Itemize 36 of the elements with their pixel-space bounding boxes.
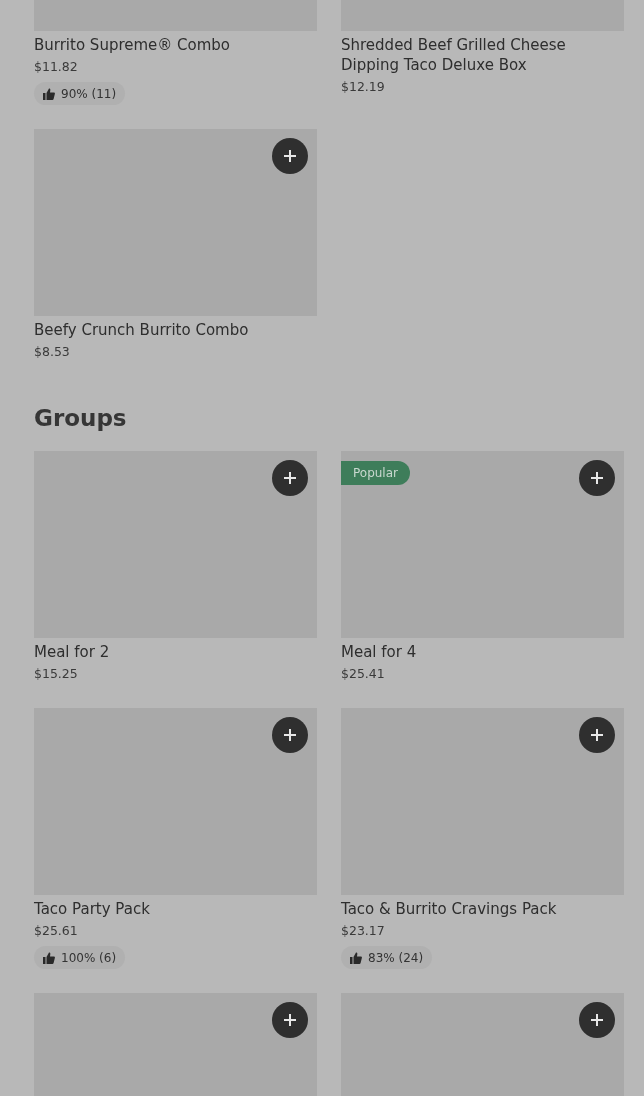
rating-text: 100% (6) [61, 950, 117, 965]
thumbs-up-icon [43, 87, 55, 100]
plus-icon [283, 728, 297, 742]
popular-tag: Popular [341, 461, 410, 485]
item-price: $11.82 [34, 58, 79, 76]
plus-icon [283, 149, 297, 163]
add-button[interactable] [272, 138, 308, 174]
add-button[interactable] [579, 1002, 615, 1038]
section-heading: Groups [34, 404, 128, 433]
plus-icon [283, 471, 297, 485]
item-name: Beefy Crunch Burrito Combo [34, 320, 250, 340]
add-button[interactable] [579, 460, 615, 496]
item-price: $23.17 [341, 922, 386, 940]
add-button[interactable] [272, 717, 308, 753]
thumbs-up-icon [43, 951, 55, 964]
item-name: Meal for 4 [341, 642, 418, 662]
item-price: $12.19 [341, 78, 386, 96]
plus-icon [283, 1013, 297, 1027]
plus-icon [590, 1013, 604, 1027]
item-price: $25.61 [34, 922, 79, 940]
thumbs-up-icon [350, 951, 362, 964]
add-button[interactable] [579, 717, 615, 753]
plus-icon [590, 471, 604, 485]
item-name: Meal for 2 [34, 642, 111, 662]
item-price: $8.53 [34, 343, 71, 361]
item-name: Taco Party Pack [34, 899, 151, 919]
item-name: Shredded Beef Grilled Cheese Dipping Taco Deluxe Box [341, 35, 567, 75]
add-button[interactable] [272, 1002, 308, 1038]
rating-text: 83% (24) [368, 950, 424, 965]
item-name: Taco & Burrito Cravings Pack [341, 899, 558, 919]
rating-text: 90% (11) [61, 86, 117, 101]
item-name: Burrito Supreme® Combo [34, 35, 232, 55]
item-price: $15.25 [34, 665, 79, 683]
add-button[interactable] [272, 460, 308, 496]
item-price: $25.41 [341, 665, 386, 683]
plus-icon [590, 728, 604, 742]
